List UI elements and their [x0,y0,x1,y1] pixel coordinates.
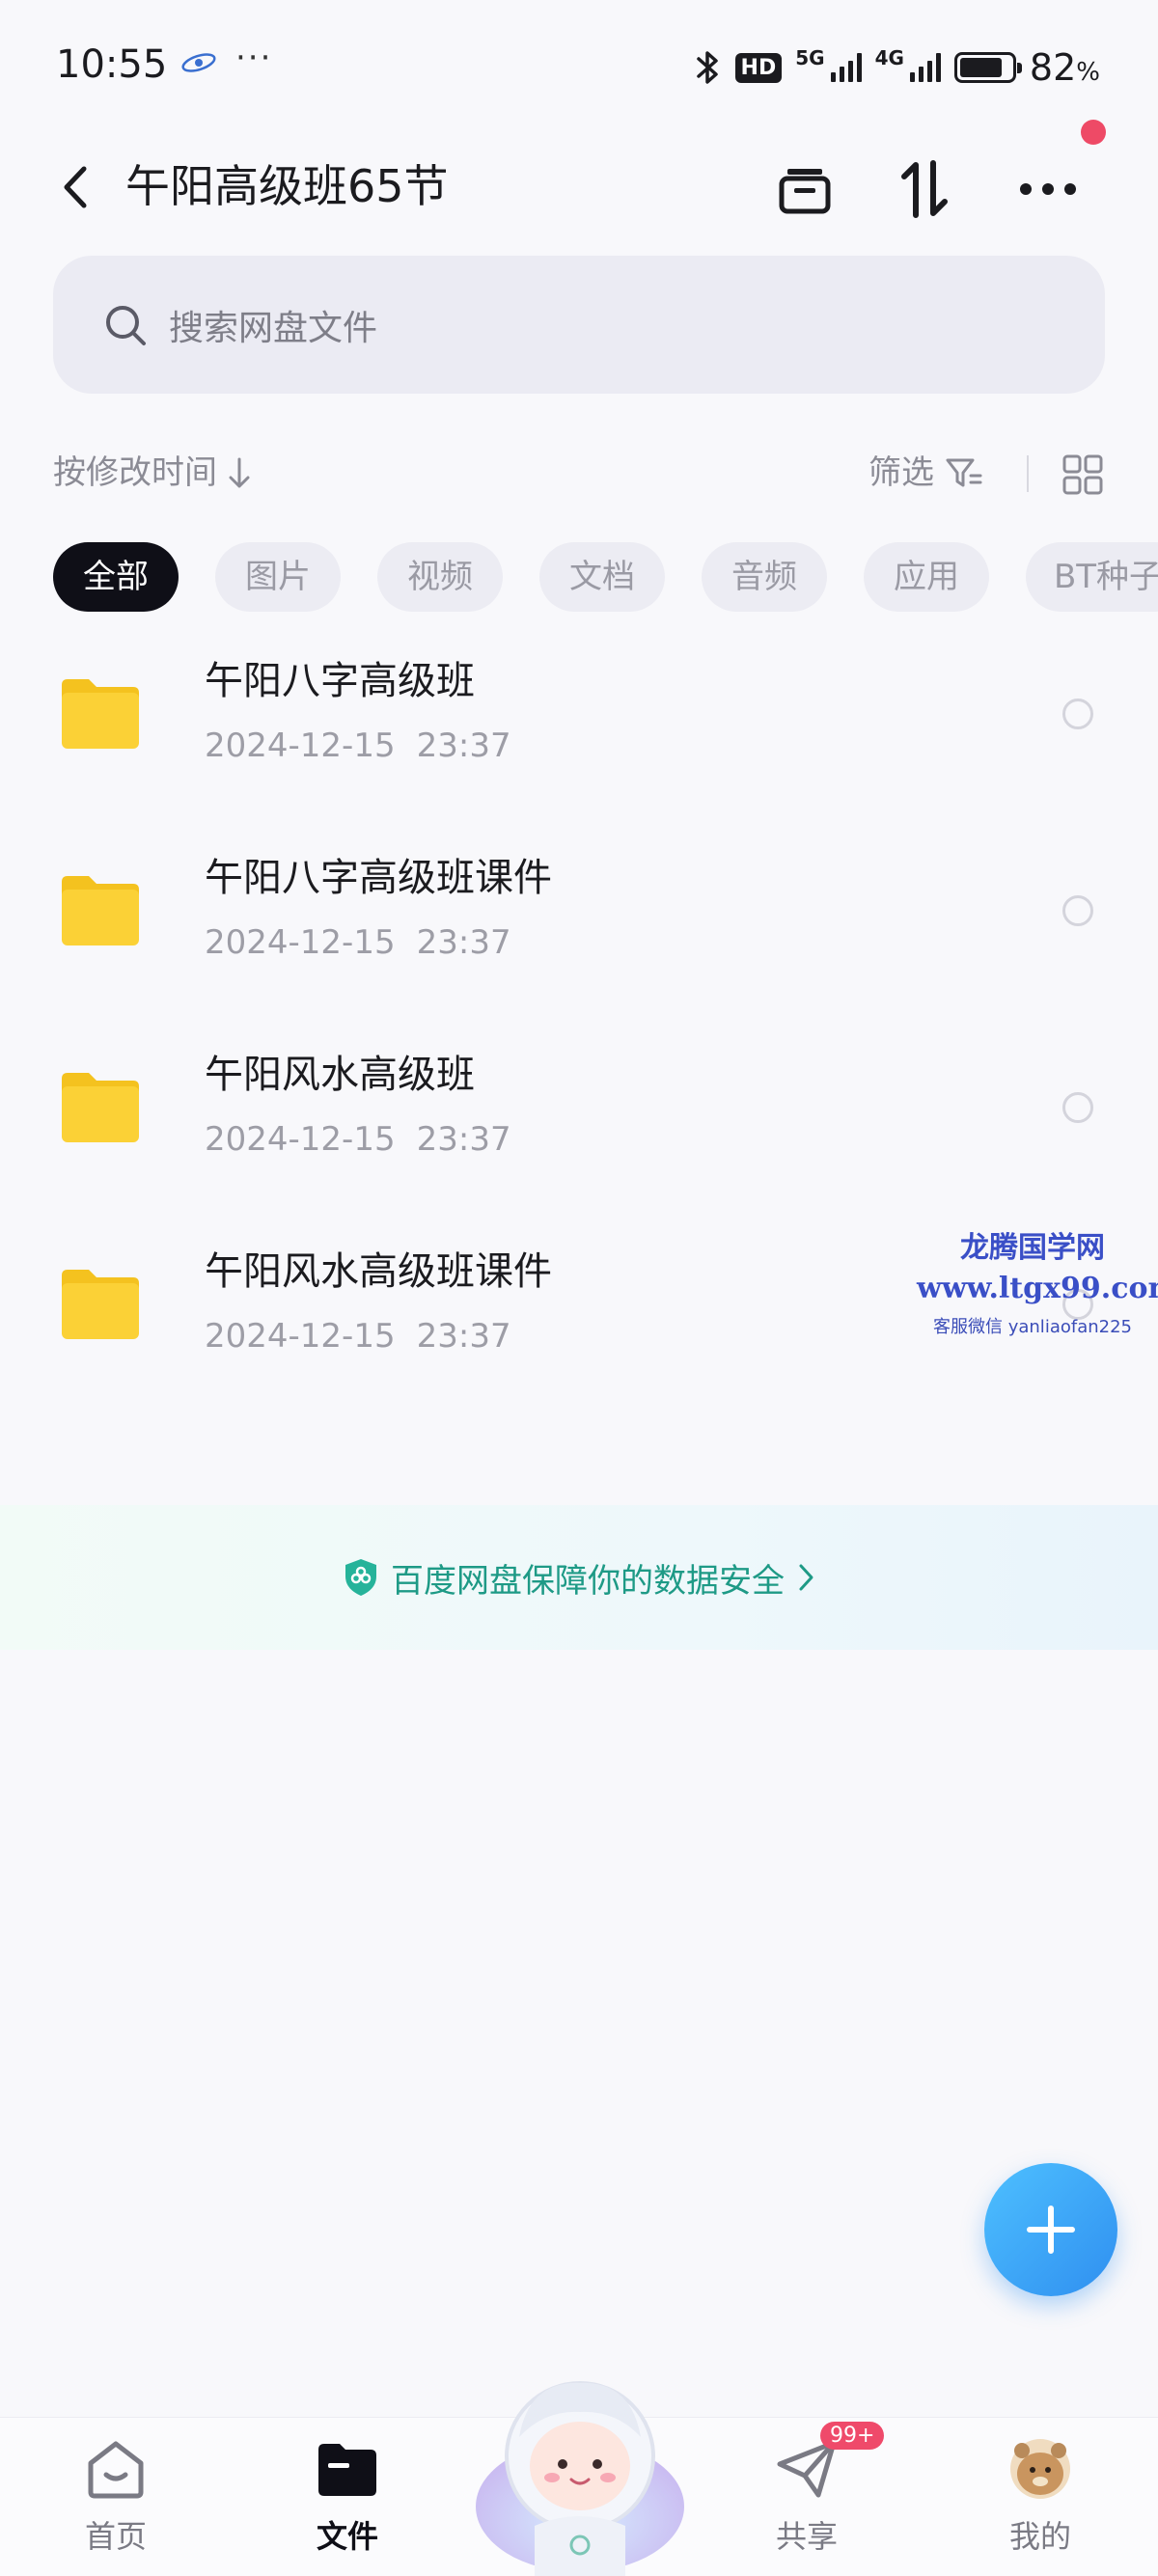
avatar-icon [1010,2439,1070,2499]
search-placeholder: 搜索网盘文件 [169,308,378,348]
folder-icon [62,876,139,945]
filter-button[interactable]: 筛选 [868,444,984,502]
network-type-5g: 5G [795,46,825,69]
notification-dot [1081,120,1106,145]
file-modified-time: 2024-12-15 23:37 [205,923,511,962]
file-list-item[interactable]: 午阳八字高级班课件 2024-12-15 23:37 [0,828,1158,1025]
category-chip-documents[interactable]: 文档 [539,542,665,612]
nav-files-label: 文件 [316,2518,378,2555]
select-checkbox[interactable] [1062,699,1093,729]
network-type-4g: 4G [874,46,904,69]
nav-profile-label: 我的 [1008,2518,1071,2555]
file-list-item[interactable]: 午阳风水高级班 2024-12-15 23:37 [0,1025,1158,1221]
category-chip-images[interactable]: 图片 [215,542,341,612]
file-list-item[interactable]: 午阳八字高级班 2024-12-15 23:37 [0,631,1158,828]
archive-button[interactable] [768,152,841,226]
back-button[interactable] [46,158,104,216]
battery-percent: 82% [1029,46,1100,89]
chevron-right-icon [799,1564,813,1591]
grid-view-icon[interactable] [1062,453,1104,496]
status-indicators: HD 5G 4G 82% [693,46,1100,89]
data-security-banner[interactable]: 百度网盘保障你的数据安全 [0,1505,1158,1650]
file-name: 午阳风水高级班课件 [205,1249,552,1294]
file-name: 午阳八字高级班课件 [205,856,552,900]
app-notification-icon [181,53,216,72]
watermark-contact: 客服微信 yanliaofan225 [933,1317,1132,1337]
more-icon [1020,183,1076,195]
file-modified-time: 2024-12-15 23:37 [205,1317,511,1356]
add-button[interactable] [984,2163,1117,2296]
battery-icon [953,52,1022,83]
mascot-button[interactable] [471,2362,689,2576]
folder-icon [62,1270,139,1339]
category-chip-videos[interactable]: 视频 [377,542,503,612]
signal-icon-2 [909,53,941,82]
top-bar: 午阳高级班65节 [0,120,1158,241]
category-chip-apps[interactable]: 应用 [864,542,989,612]
status-bar: 10:55 ··· HD 5G 4G 82% [0,0,1158,135]
search-icon [106,305,146,345]
search-input[interactable]: 搜索网盘文件 [53,256,1105,394]
filter-icon [946,458,982,487]
nav-home-label: 首页 [84,2518,147,2555]
select-checkbox[interactable] [1062,1092,1093,1123]
file-modified-time: 2024-12-15 23:37 [205,726,511,765]
sort-filter-bar: 按修改时间 筛选 [0,444,1158,502]
bluetooth-icon [696,51,718,84]
file-name: 午阳八字高级班 [205,659,475,703]
page-title: 午阳高级班65节 [125,160,449,212]
chevron-left-icon [64,166,87,208]
battery-fill [959,58,1002,77]
transfer-icon [901,160,948,218]
folder-icon [62,1073,139,1142]
arrow-down-icon [229,457,250,488]
file-name: 午阳风水高级班 [205,1053,475,1097]
nav-share[interactable]: 99+ 共享 [730,2422,885,2557]
folder-icon [318,2444,376,2496]
sort-button[interactable]: 按修改时间 [53,444,252,502]
watermark-title: 龙腾国学网 [960,1231,1105,1265]
shield-icon [345,1559,376,1596]
nav-profile[interactable]: 我的 [963,2435,1117,2557]
banner-text: 百度网盘保障你的数据安全 [391,1561,785,1601]
category-chip-all[interactable]: 全部 [53,542,179,612]
filter-label: 筛选 [868,453,934,492]
nav-files[interactable]: 文件 [270,2435,425,2557]
notification-badge: 99+ [820,2422,885,2450]
status-time: 10:55 [56,42,168,87]
nav-share-label: 共享 [775,2518,838,2555]
select-checkbox[interactable] [1062,895,1093,926]
more-button[interactable] [1011,152,1085,226]
sort-label: 按修改时间 [53,453,217,492]
hd-badge: HD [734,52,783,83]
archive-icon [779,169,831,214]
status-more-dots: ··· [235,39,273,77]
toolbar-divider [1027,455,1029,492]
home-icon [88,2441,144,2499]
signal-icon [830,53,862,82]
category-chip-torrents[interactable]: BT种子 [1026,542,1158,612]
category-chip-audio[interactable]: 音频 [702,542,827,612]
watermark: 龙腾国学网 www.ltgx99.com 客服微信 yanliaofan225 [917,1223,1158,1338]
file-modified-time: 2024-12-15 23:37 [205,1120,511,1159]
transfer-button[interactable] [888,152,961,226]
plus-icon [1027,2206,1075,2254]
folder-icon [62,679,139,749]
watermark-url: www.ltgx99.com [917,1272,1158,1305]
nav-home[interactable]: 首页 [39,2435,193,2557]
